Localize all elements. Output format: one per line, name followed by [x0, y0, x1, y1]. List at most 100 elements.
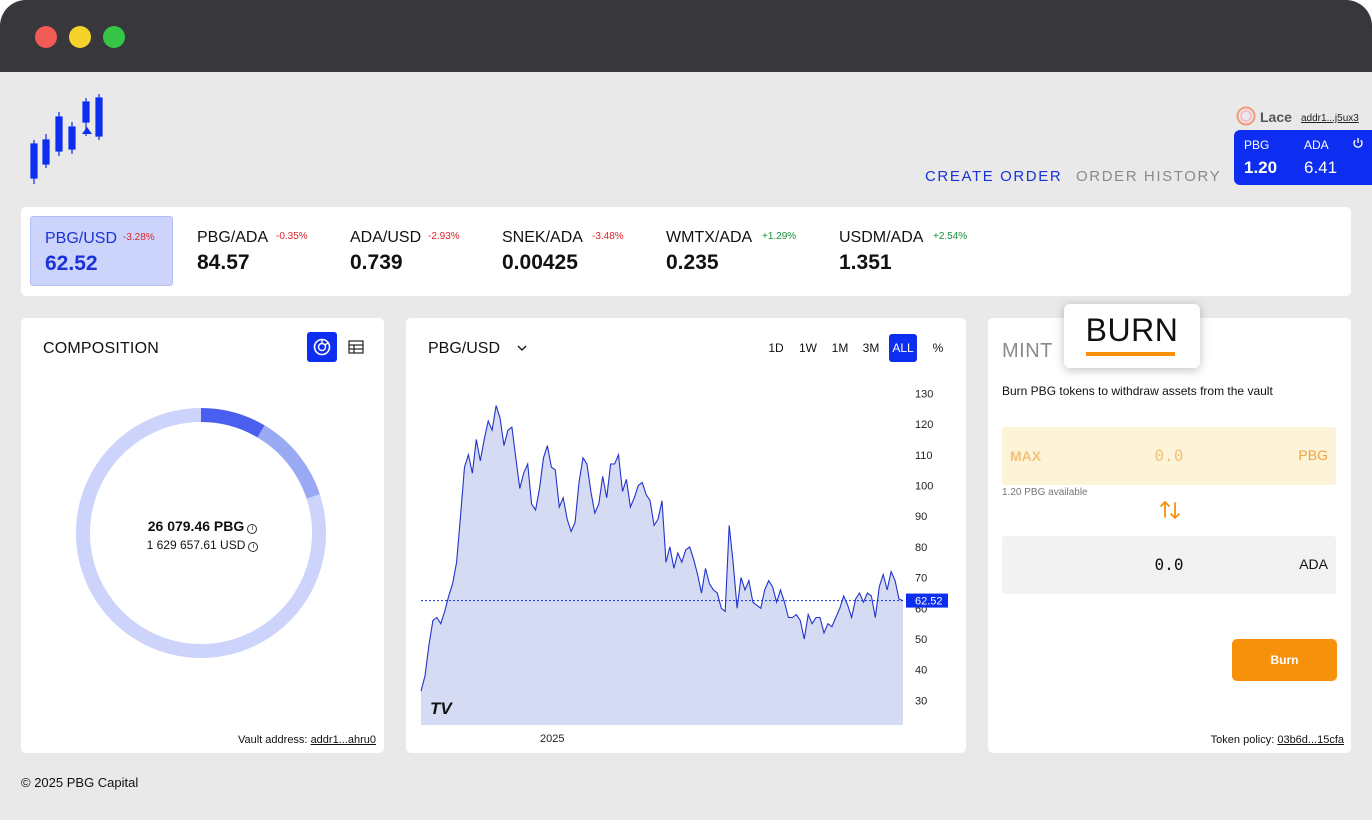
ticker-price: 84.57	[197, 251, 250, 274]
window-titlebar	[0, 0, 1372, 72]
ticker-pair: PBG/ADA	[197, 229, 269, 246]
composition-total-pbg: 26 079.46 PBG i	[21, 518, 384, 534]
y-tick-label: 110	[915, 450, 933, 462]
ticker-change: -3.48%	[592, 231, 624, 242]
table-icon	[348, 340, 364, 354]
ticker-bar: PBG/USD -3.28% 62.52 PBG/ADA -0.35% 84.5…	[21, 207, 1351, 296]
burn-output-field: 0.0 ADA	[1002, 536, 1336, 594]
ticker-price: 0.235	[666, 251, 719, 274]
y-tick-label: 120	[915, 419, 933, 431]
burn-input-value[interactable]: 0.0	[1002, 446, 1336, 465]
y-tick-label: 80	[915, 542, 927, 554]
donut-chart-icon	[313, 338, 331, 356]
y-tick-label: 50	[915, 634, 927, 646]
y-tick-label: 40	[915, 665, 927, 677]
timeframe-1d[interactable]: 1D	[764, 334, 788, 362]
pbg-logo-icon[interactable]	[26, 92, 110, 188]
info-icon[interactable]: i	[247, 524, 258, 534]
ticker-pair: ADA/USD	[350, 229, 422, 246]
nav-create-order[interactable]: CREATE ORDER	[925, 168, 1062, 185]
wallet-token-label: ADA	[1304, 138, 1329, 152]
ticker-pair: WMTX/ADA	[666, 229, 753, 246]
donut-segment[interactable]	[200, 408, 265, 438]
ticker-change: -2.93%	[428, 231, 460, 242]
timeframe-1w[interactable]: 1W	[795, 334, 821, 362]
composition-card: COMPOSITION 26 079.46 PBG i 1 629 657.61 …	[21, 318, 384, 753]
ticker-price: 0.00425	[502, 251, 578, 274]
y-tick-label: 30	[915, 695, 927, 707]
ticker-change: +2.54%	[933, 231, 968, 242]
wallet-token-label: PBG	[1244, 138, 1270, 152]
ticker-price: 62.52	[45, 252, 98, 275]
ticker-ada-usd[interactable]: ADA/USD -2.93% 0.739	[350, 207, 490, 296]
token-policy-link[interactable]: 03b6d...15cfa	[1277, 734, 1344, 746]
ticker-pair: USDM/ADA	[839, 229, 924, 246]
timeframe-3m[interactable]: 3M	[858, 334, 884, 362]
burn-output-unit: ADA	[1299, 556, 1328, 572]
tradingview-logo-icon[interactable]: TV	[430, 699, 453, 718]
y-tick-label: 90	[915, 511, 927, 523]
nav-order-history[interactable]: ORDER HISTORY	[1076, 168, 1221, 185]
window-close-button[interactable]	[35, 26, 57, 48]
window-maximize-button[interactable]	[103, 26, 125, 48]
total-usd-value: 1 629 657.61 USD	[146, 538, 246, 552]
y-tick-label: 130	[915, 388, 933, 400]
y-tick-label: 70	[915, 573, 927, 585]
footer-copyright: © 2025 PBG Capital	[21, 775, 139, 790]
donut-view-button[interactable]	[307, 332, 337, 362]
y-tick-label: 100	[915, 480, 933, 492]
ticker-pbg-usd[interactable]: PBG/USD -3.28% 62.52	[30, 216, 173, 286]
price-chart-card: 30 40 50 60 70 80 90 100 110 120 130 62.52 2025 TV PB…	[406, 318, 966, 753]
ticker-change: +1.29%	[762, 231, 797, 242]
wallet-name: Lace	[1260, 109, 1292, 125]
burn-input-field[interactable]: MAX 0.0 PBG	[1002, 427, 1336, 485]
tab-mint[interactable]: MINT	[1002, 340, 1053, 363]
window-minimize-button[interactable]	[69, 26, 91, 48]
tab-burn-label: BURN	[1085, 312, 1179, 348]
wallet-token-amount: 1.20	[1244, 158, 1278, 177]
ticker-change: -3.28%	[123, 232, 155, 243]
mint-burn-card: MINT Burn PBG tokens to withdraw assets …	[988, 318, 1351, 753]
donut-segment[interactable]	[257, 425, 320, 499]
token-policy-line: Token policy: 03b6d...15cfa	[1211, 734, 1344, 746]
timeframe-percent[interactable]: %	[925, 334, 951, 362]
timeframe-1m[interactable]: 1M	[827, 334, 853, 362]
ticker-change: -0.35%	[276, 231, 308, 242]
vault-address-label: Vault address:	[237, 734, 308, 746]
table-view-button[interactable]	[341, 332, 371, 362]
last-price-label: 62.52	[915, 596, 943, 608]
total-pbg-value: 26 079.46 PBG	[147, 518, 245, 534]
burn-button[interactable]: Burn	[1232, 639, 1337, 681]
chevron-down-icon[interactable]	[516, 342, 528, 354]
ticker-price: 0.739	[350, 251, 403, 274]
tab-burn-underline	[1086, 352, 1175, 356]
ticker-pbg-ada[interactable]: PBG/ADA -0.35% 84.57	[197, 207, 337, 296]
pair-selector[interactable]: PBG/USD	[428, 340, 500, 358]
ticker-price: 1.351	[839, 251, 892, 274]
ticker-pair: PBG/USD	[45, 230, 118, 247]
burn-output-value: 0.0	[1154, 555, 1184, 574]
x-tick-label: 2025	[540, 733, 564, 745]
price-area-fill	[421, 405, 903, 725]
composition-title: COMPOSITION	[43, 340, 159, 357]
timeframe-all[interactable]: ALL	[889, 334, 917, 362]
vault-address-link[interactable]: addr1...ahru0	[311, 734, 376, 746]
disconnect-power-icon[interactable]	[1352, 137, 1364, 149]
composition-total-usd: 1 629 657.61 USD i	[21, 538, 384, 552]
price-chart[interactable]: 3040506070809010011012013062.522025TV	[406, 318, 966, 753]
ticker-wmtx-ada[interactable]: WMTX/ADA +1.29% 0.235	[666, 207, 816, 296]
wallet-address[interactable]: addr1...j5ux3	[1301, 113, 1359, 124]
swap-arrows-icon[interactable]	[1158, 499, 1182, 521]
vault-address-line: Vault address: addr1...ahru0	[238, 734, 376, 746]
info-icon[interactable]: i	[248, 542, 259, 552]
token-policy-label: Token policy:	[1210, 734, 1275, 746]
wallet-header[interactable]: Lace addr1...j5ux3	[1234, 104, 1372, 130]
lace-wallet-icon	[1236, 106, 1256, 126]
burn-input-unit: PBG	[1298, 447, 1328, 463]
ticker-usdm-ada[interactable]: USDM/ADA +2.54% 1.351	[839, 207, 989, 296]
tab-burn[interactable]: BURN	[1064, 304, 1200, 368]
ticker-pair: SNEK/ADA	[502, 229, 583, 246]
ticker-snek-ada[interactable]: SNEK/ADA -3.48% 0.00425	[502, 207, 652, 296]
wallet-balance-box: PBG ADA 1.20 6.41	[1234, 130, 1372, 185]
wallet-token-amount: 6.41	[1304, 158, 1338, 177]
